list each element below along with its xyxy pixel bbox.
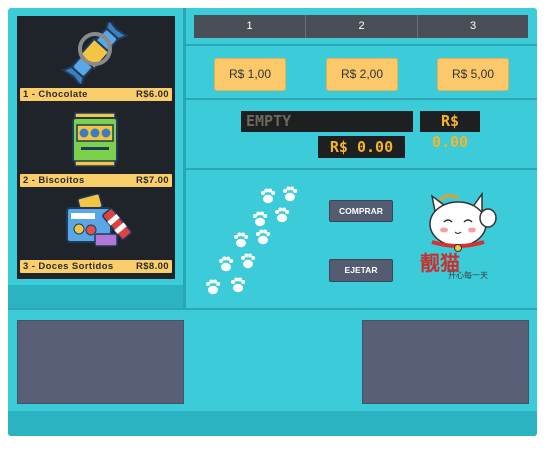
divider-displays (186, 168, 537, 170)
product-slot-2[interactable]: 2 - Biscoitos R$7.00 (17, 102, 175, 188)
product-label: 2 - Biscoitos R$7.00 (20, 174, 172, 187)
coin-button-1[interactable]: R$ 1,00 (214, 58, 286, 91)
chocolate-bar-icon (61, 22, 129, 84)
credit-display: R$ 0.00 (420, 111, 480, 151)
shelf-base (8, 285, 183, 308)
product-slot-3[interactable]: 3 - Doces Sortidos R$8.00 (17, 188, 175, 274)
divider-vertical (183, 8, 186, 308)
paw-prints-decoration (206, 186, 298, 295)
product-label: 1 - Chocolate R$6.00 (20, 88, 172, 101)
status-display: EMPTY (241, 111, 413, 132)
change-display: R$ 0.00 (318, 136, 405, 158)
product-label: 3 - Doces Sortidos R$8.00 (20, 260, 172, 273)
selection-tabs: 1 2 3 (194, 15, 528, 38)
product-slot-1[interactable]: 1 - Chocolate R$6.00 (17, 16, 175, 102)
tab-3[interactable]: 3 (418, 15, 528, 38)
divider-coins (186, 98, 537, 100)
vending-machine: 1 - Chocolate R$6.00 2 - Biscoitos R$7.0… (8, 8, 537, 436)
change-output-tray[interactable] (362, 320, 529, 404)
buy-button[interactable]: COMPRAR (329, 200, 393, 222)
coin-button-5[interactable]: R$ 5,00 (437, 58, 509, 91)
assorted-sweets-icon (66, 194, 132, 247)
product-output-tray[interactable] (17, 320, 184, 404)
divider-bottom (8, 308, 537, 310)
tab-2[interactable]: 2 (306, 15, 417, 38)
mascot-caption: 开心每一天 (448, 271, 488, 280)
divider-tabs (186, 44, 537, 46)
cookie-pack-icon (72, 112, 118, 167)
coin-button-2[interactable]: R$ 2,00 (326, 58, 398, 91)
eject-button[interactable]: EJETAR (329, 259, 393, 282)
product-shelf: 1 - Chocolate R$6.00 2 - Biscoitos R$7.0… (17, 16, 175, 279)
machine-base (8, 411, 537, 436)
tab-1[interactable]: 1 (194, 15, 305, 38)
